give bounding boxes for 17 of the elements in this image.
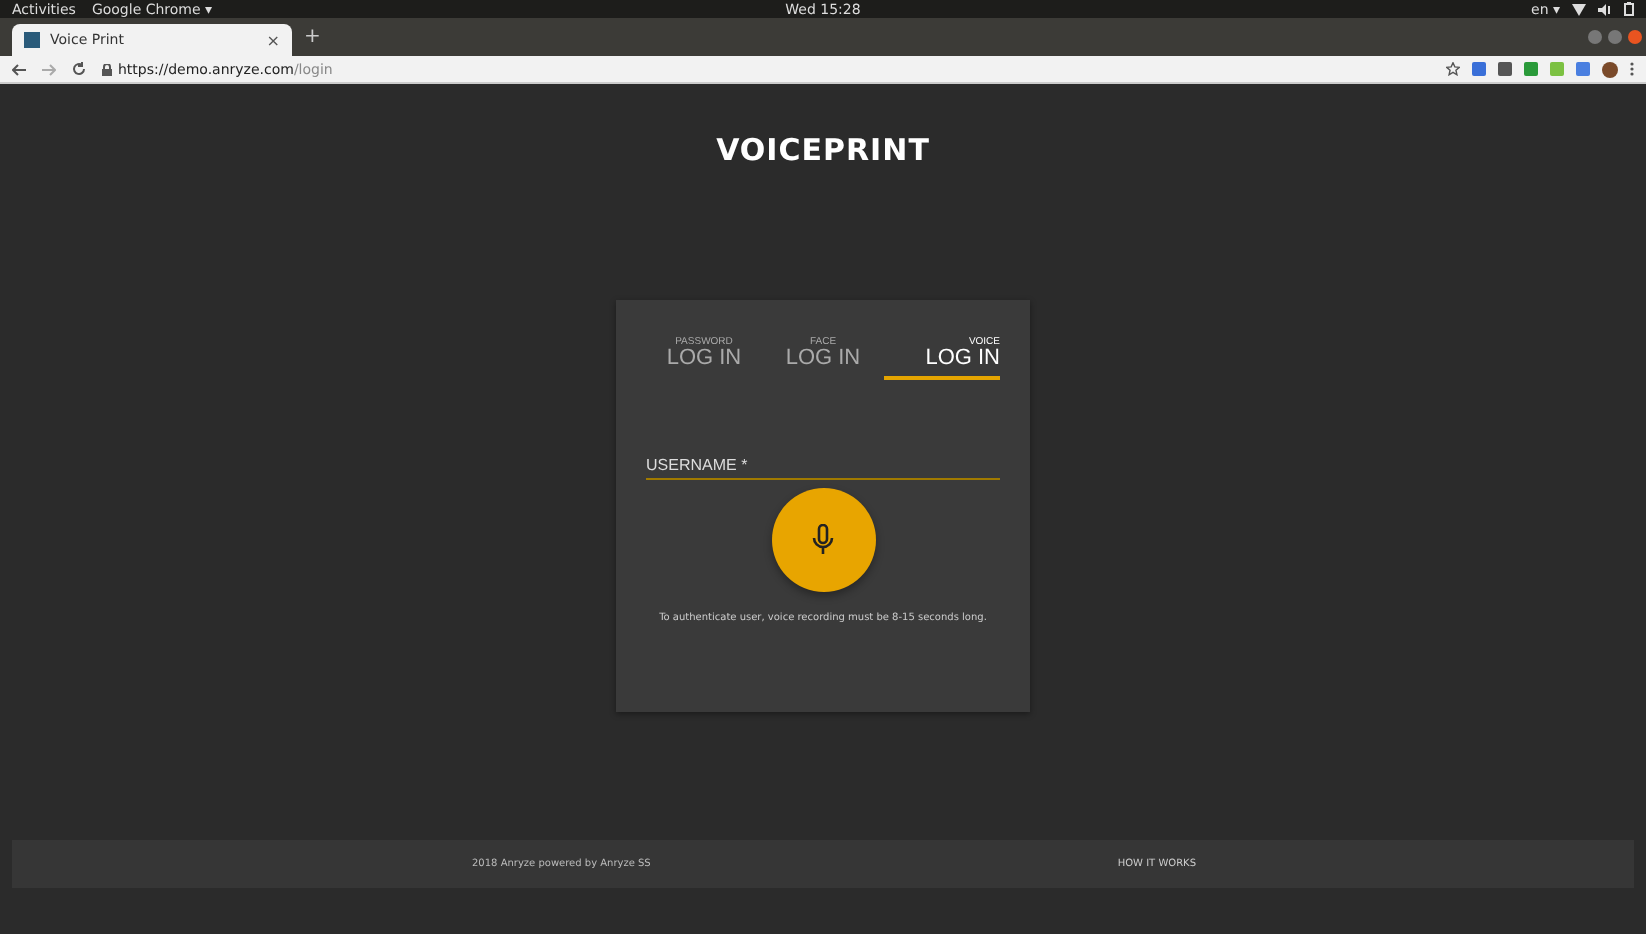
username-field[interactable]: USERNAME * <box>646 452 1000 480</box>
back-icon[interactable] <box>12 63 26 75</box>
lock-icon <box>102 63 112 75</box>
speaker-icon[interactable] <box>1598 3 1612 15</box>
reload-icon[interactable] <box>72 62 86 76</box>
battery-icon[interactable] <box>1624 2 1634 16</box>
record-button[interactable] <box>771 488 875 592</box>
star-icon[interactable] <box>1446 62 1460 76</box>
close-tab-button[interactable]: × <box>266 31 280 49</box>
microphone-icon <box>812 524 834 556</box>
avatar-icon[interactable] <box>1602 61 1618 77</box>
new-tab-button[interactable]: + <box>304 26 321 48</box>
favicon-icon <box>24 32 40 48</box>
maximize-button[interactable] <box>1608 30 1622 44</box>
minimize-button[interactable] <box>1588 30 1602 44</box>
close-button[interactable] <box>1628 30 1642 44</box>
logo: VOICEPRINT <box>716 132 930 168</box>
